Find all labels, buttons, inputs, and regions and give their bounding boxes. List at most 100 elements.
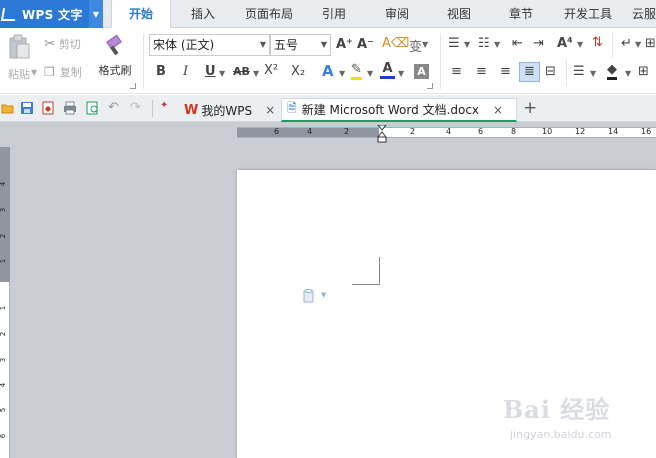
paste-options-icon[interactable] xyxy=(303,289,315,303)
ruler-label: 4 xyxy=(0,382,8,388)
ruler-label: 6 xyxy=(0,433,8,439)
chevron-down-icon: ▼ xyxy=(259,40,266,49)
ruler-label: 16 xyxy=(641,127,652,136)
font-size-select[interactable]: 五号 ▼ xyxy=(270,34,331,56)
underline-button[interactable]: U xyxy=(205,64,216,79)
save-icon[interactable] xyxy=(20,101,34,115)
font-name-select[interactable]: 宋体 (正文) ▼ xyxy=(149,34,270,56)
grow-font-icon[interactable]: A⁺ xyxy=(336,37,353,52)
borders-icon[interactable]: ⊞ xyxy=(638,64,649,79)
chevron-down-icon[interactable]: ▼ xyxy=(253,69,259,78)
chevron-down-icon[interactable]: ▼ xyxy=(635,40,641,49)
phonetic-guide-icon[interactable]: 变 xyxy=(409,36,422,55)
print-icon[interactable] xyxy=(63,101,77,115)
text-effect-icon[interactable]: A xyxy=(322,62,334,80)
justify-icon[interactable]: ≣ xyxy=(519,62,540,82)
doc-tab-active[interactable]: 🗎 新建 Microsoft Word 文档.docx × xyxy=(281,98,517,122)
wps-w-icon: W xyxy=(184,102,199,118)
paragraph-shading-icon[interactable]: ◆ xyxy=(607,62,617,80)
tab-references[interactable]: 引用 xyxy=(308,0,360,28)
ruler-label: 3 xyxy=(0,357,8,363)
strikethrough-button[interactable]: AB xyxy=(233,65,250,78)
tab-cloud[interactable]: 云服 xyxy=(628,0,656,28)
ruler-label: 8 xyxy=(511,127,517,136)
superscript-button[interactable]: X² xyxy=(264,63,278,78)
print-preview-icon[interactable] xyxy=(86,101,100,115)
doc-tab-my-wps[interactable]: W 我的WPS × xyxy=(180,98,280,122)
tab-chapter[interactable]: 章节 xyxy=(494,0,548,28)
open-folder-icon[interactable] xyxy=(1,101,15,115)
highlight-icon[interactable]: ✎ xyxy=(351,62,362,80)
shrink-font-icon[interactable]: A⁻ xyxy=(357,37,374,52)
close-icon[interactable]: × xyxy=(493,103,503,117)
tab-review[interactable]: 审阅 xyxy=(370,0,424,28)
chevron-down-icon[interactable]: ▼ xyxy=(367,69,373,78)
tab-page-layout[interactable]: 页面布局 xyxy=(236,0,302,28)
format-painter-button[interactable]: 格式刷 xyxy=(96,34,134,84)
copy-button[interactable]: ❐ 复制 xyxy=(44,63,82,81)
redo-icon[interactable]: ↷ xyxy=(130,100,141,115)
chevron-down-icon[interactable]: ▼ xyxy=(398,69,404,78)
table-icon[interactable]: ⊞ xyxy=(645,36,656,51)
tab-home[interactable]: 开始 xyxy=(111,0,171,29)
chevron-down-icon[interactable]: ▼ xyxy=(494,40,500,49)
tab-developer[interactable]: 开发工具 xyxy=(556,0,620,28)
close-icon[interactable]: × xyxy=(265,103,275,117)
align-right-icon[interactable]: ≡ xyxy=(500,64,511,79)
chevron-down-icon[interactable]: ▼ xyxy=(339,69,345,78)
bullet-list-icon[interactable]: ☰ xyxy=(448,36,460,51)
horizontal-ruler[interactable]: 6 4 2 2 4 6 8 10 12 14 16 xyxy=(237,125,656,143)
watermark-url: jingyan.baidu.com xyxy=(510,428,612,441)
chevron-down-icon[interactable]: ▼ xyxy=(219,69,225,78)
font-color-icon[interactable]: A xyxy=(380,61,395,79)
increase-indent-icon[interactable]: ⇥ xyxy=(533,36,544,51)
scissors-icon: ✂ xyxy=(44,36,56,52)
subscript-button[interactable]: X₂ xyxy=(291,64,305,79)
doc-tab-my-wps-label: 我的WPS xyxy=(201,103,253,118)
paste-dropdown-icon[interactable]: ▼ xyxy=(31,68,37,77)
align-left-icon[interactable]: ≡ xyxy=(451,64,462,79)
chevron-down-icon[interactable]: ▼ xyxy=(625,69,631,78)
menu-bar: WPS 文字 ▼ 开始 插入 页面布局 引用 审阅 视图 章节 开发工具 云服 xyxy=(0,0,656,29)
ruler-label: 2 xyxy=(410,127,416,136)
show-marks-icon[interactable]: ↵ xyxy=(621,36,632,51)
ruler-label: 6 xyxy=(478,127,484,136)
cut-button[interactable]: ✂ 剪切 xyxy=(44,35,81,53)
chevron-down-icon[interactable]: ▼ xyxy=(422,40,428,49)
clear-format-icon[interactable]: A⌫ xyxy=(382,36,409,51)
clipboard-group-launcher-icon[interactable] xyxy=(130,83,136,89)
numbered-list-icon[interactable]: ☷ xyxy=(478,36,490,51)
align-center-icon[interactable]: ≡ xyxy=(476,64,487,79)
app-menu-button[interactable]: WPS 文字 ▼ xyxy=(0,0,103,28)
font-size-value: 五号 xyxy=(274,38,299,52)
cut-label: 剪切 xyxy=(58,38,81,51)
distributed-align-icon[interactable]: ⊟ xyxy=(545,64,556,79)
italic-button[interactable]: I xyxy=(183,64,188,79)
customize-toolbar-icon[interactable]: ✦ xyxy=(160,100,168,111)
chevron-down-icon[interactable]: ▼ xyxy=(321,291,326,299)
ruler-label: 2 xyxy=(0,233,8,239)
tab-insert[interactable]: 插入 xyxy=(176,0,230,28)
chevron-down-icon[interactable]: ▼ xyxy=(89,0,103,28)
chevron-down-icon[interactable]: ▼ xyxy=(590,69,596,78)
document-tab-bar: ↶ ↷ ✦ W 我的WPS × 🗎 新建 Microsoft Word 文档.d… xyxy=(0,95,656,122)
line-spacing-icon[interactable]: ☰ xyxy=(573,64,585,79)
font-group-launcher-icon[interactable] xyxy=(427,83,433,89)
character-shading-icon[interactable]: A xyxy=(414,64,429,79)
new-tab-plus-icon[interactable]: + xyxy=(523,98,537,118)
tab-view[interactable]: 视图 xyxy=(432,0,486,28)
decrease-indent-icon[interactable]: ⇤ xyxy=(512,36,523,51)
paste-button[interactable]: 粘贴 xyxy=(4,34,34,90)
vertical-ruler[interactable]: 4 3 2 1 1 2 3 4 5 6 xyxy=(0,147,10,458)
undo-icon[interactable]: ↶ xyxy=(108,100,119,115)
ruler-label: 14 xyxy=(608,127,619,136)
bold-button[interactable]: B xyxy=(156,64,166,79)
indent-marker-icon[interactable] xyxy=(377,125,387,143)
ruler-label: 5 xyxy=(0,407,8,413)
sort-icon[interactable]: ⇅ xyxy=(592,35,603,50)
chevron-down-icon[interactable]: ▼ xyxy=(464,40,470,49)
chevron-down-icon[interactable]: ▼ xyxy=(577,40,583,49)
divider xyxy=(143,33,144,89)
change-case-icon[interactable]: A⁴ xyxy=(557,36,573,51)
export-pdf-icon[interactable] xyxy=(41,101,55,115)
